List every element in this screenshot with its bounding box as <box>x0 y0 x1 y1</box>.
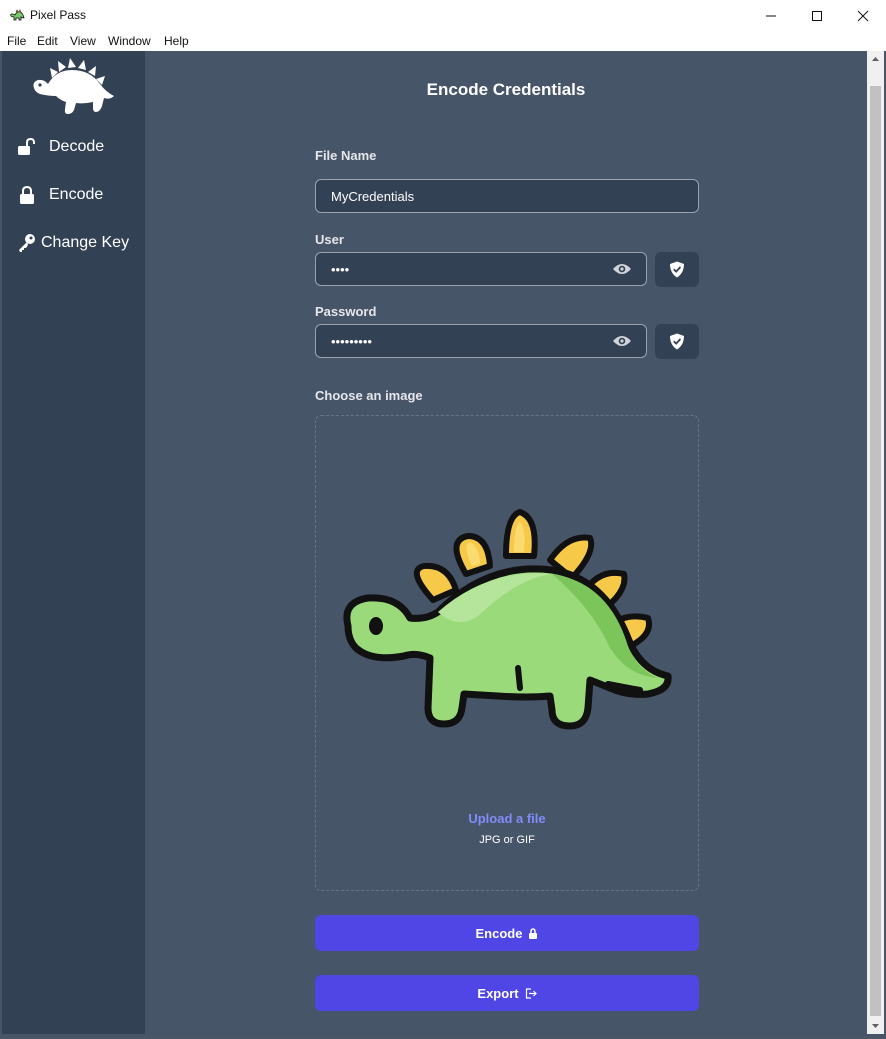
window-title: Pixel Pass <box>30 8 87 22</box>
export-button[interactable]: Export <box>315 975 699 1011</box>
minimize-icon <box>766 15 776 16</box>
user-field[interactable]: •••• <box>315 252 647 286</box>
user-shield-button[interactable] <box>655 252 699 287</box>
menu-edit[interactable]: Edit <box>37 34 58 48</box>
eye-icon[interactable] <box>612 334 632 348</box>
file-name-field[interactable]: MyCredentials <box>315 179 699 213</box>
app-window: Pixel Pass File Edit View Window Help De… <box>0 0 886 1036</box>
page-title: Encode Credentials <box>426 80 586 99</box>
scroll-down-arrow[interactable] <box>867 1017 884 1034</box>
user-label: User <box>315 232 344 247</box>
eye-icon[interactable] <box>612 262 632 276</box>
image-label: Choose an image <box>315 388 423 403</box>
sidebar-item-label: Encode <box>49 186 104 203</box>
title-bar: Pixel Pass <box>0 0 886 32</box>
user-value: •••• <box>331 262 350 277</box>
menu-file[interactable]: File <box>7 34 26 48</box>
sidebar-item-encode[interactable]: Encode <box>2 178 145 212</box>
upload-file-link[interactable]: Upload a file <box>316 811 698 826</box>
export-icon <box>525 987 537 999</box>
encode-button[interactable]: Encode <box>315 915 699 951</box>
unlock-icon <box>17 137 37 157</box>
close-icon <box>857 10 869 21</box>
export-button-label: Export <box>477 985 519 1001</box>
menu-bar: File Edit View Window Help <box>0 31 886 51</box>
shield-check-icon <box>670 261 684 278</box>
sidebar-item-change-key[interactable]: Change Key <box>2 226 145 260</box>
file-name-value: MyCredentials <box>331 189 415 204</box>
lock-icon <box>17 185 37 205</box>
maximize-button[interactable] <box>794 0 840 31</box>
image-dropzone[interactable]: Upload a file JPG or GIF <box>315 415 699 891</box>
encode-button-label: Encode <box>475 925 523 941</box>
stegosaurus-app-icon <box>10 9 25 21</box>
sidebar-item-decode[interactable]: Decode <box>2 130 145 164</box>
password-value: ••••••••• <box>331 334 372 349</box>
scroll-up-arrow[interactable] <box>867 51 884 68</box>
stegosaurus-logo <box>33 58 114 114</box>
close-button[interactable] <box>840 0 886 31</box>
file-name-label: File Name <box>315 148 377 163</box>
maximize-icon <box>812 10 822 21</box>
sidebar-item-label: Decode <box>49 138 105 155</box>
lock-icon <box>529 927 538 939</box>
menu-view[interactable]: View <box>70 34 96 48</box>
shield-check-icon <box>670 333 684 350</box>
sidebar: Decode Encode Change Key <box>2 51 145 1034</box>
password-label: Password <box>315 304 377 319</box>
menu-help[interactable]: Help <box>164 34 189 48</box>
password-shield-button[interactable] <box>655 324 699 359</box>
key-icon <box>17 233 37 253</box>
sidebar-item-label: Change Key <box>41 234 130 251</box>
file-type-hint: JPG or GIF <box>479 834 535 846</box>
stegosaurus-image <box>343 509 672 730</box>
menu-window[interactable]: Window <box>108 34 151 48</box>
scroll-thumb[interactable] <box>870 86 881 1016</box>
password-field[interactable]: ••••••••• <box>315 324 647 358</box>
vertical-scrollbar[interactable] <box>867 51 884 1034</box>
minimize-button[interactable] <box>748 0 794 31</box>
